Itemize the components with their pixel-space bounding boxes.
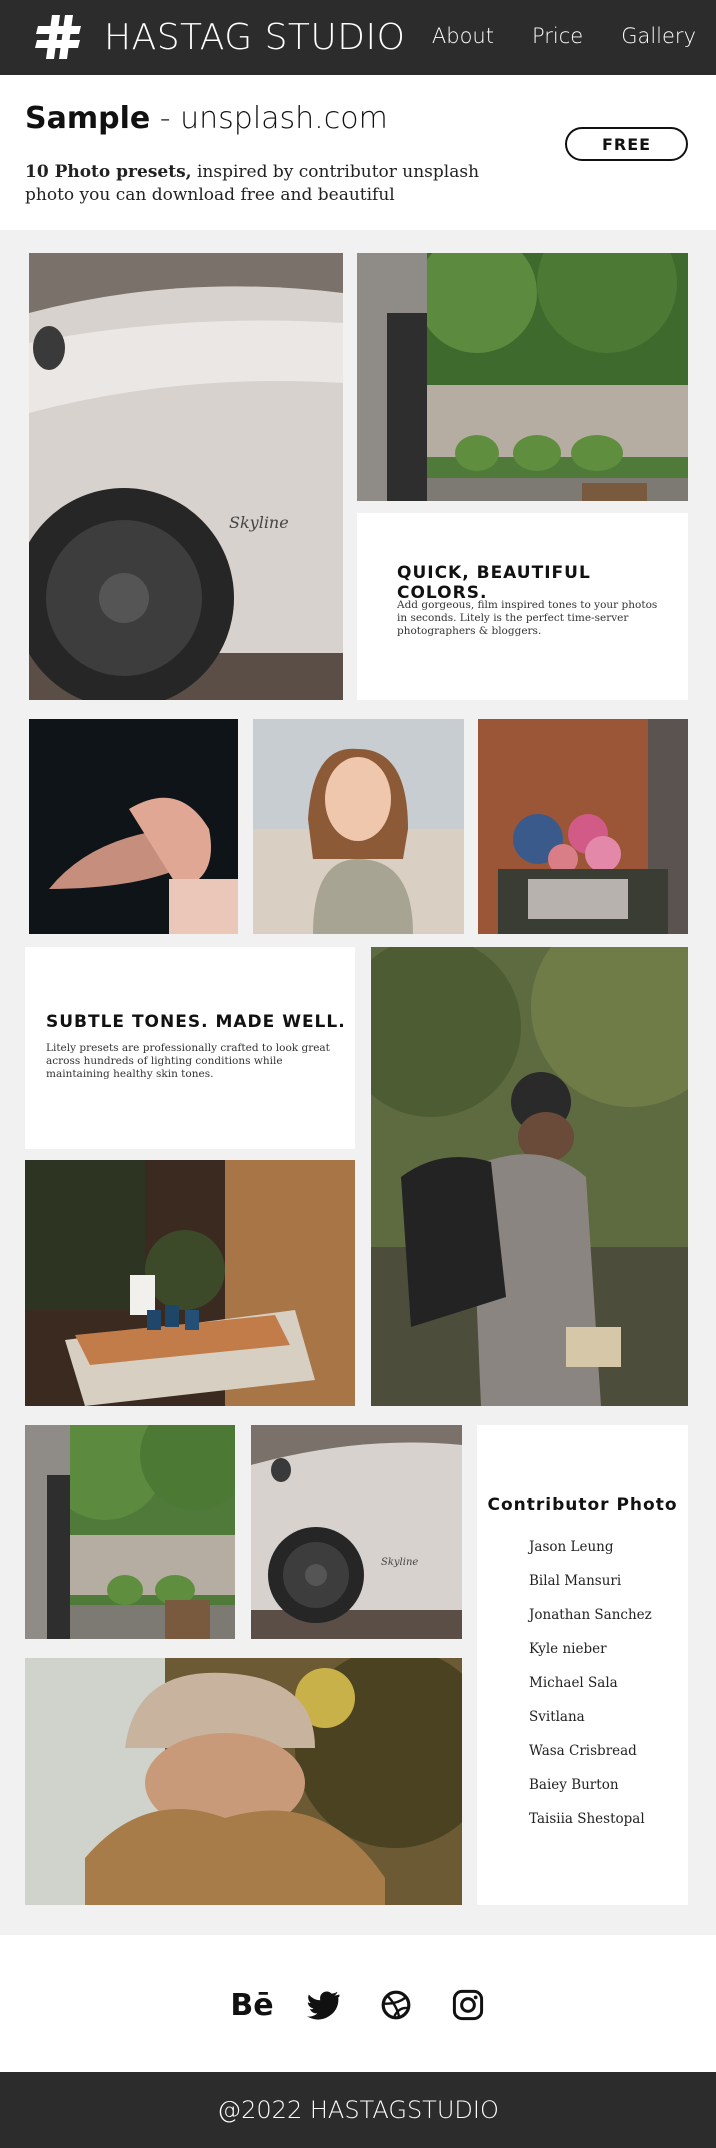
dribbble-ball-icon xyxy=(381,1990,411,2020)
contributor-item: Jonathan Sanchez xyxy=(529,1607,652,1623)
title-source: - unsplash.com xyxy=(150,101,388,136)
intro-description: 10 Photo presets, inspired by contributo… xyxy=(25,161,495,207)
photo-architecture-small xyxy=(25,1425,235,1639)
social-section: Bē xyxy=(0,1935,716,2072)
contributor-item: Jason Leung xyxy=(529,1539,614,1555)
photo-architecture xyxy=(357,253,688,501)
nav-gallery[interactable]: Gallery xyxy=(621,24,696,48)
nav-price[interactable]: Price xyxy=(532,24,583,48)
twitter-bird-icon xyxy=(306,1991,340,2020)
contributor-panel: Contributor Photo Jason Leung Bilal Mans… xyxy=(477,1425,688,1905)
title-bold: Sample xyxy=(25,101,151,136)
contributor-item: Bilal Mansuri xyxy=(529,1573,622,1589)
photo-hiker xyxy=(371,947,688,1406)
photo-table xyxy=(25,1160,355,1406)
card-subtle-title: SUBTLE TONES. MADE WELL. xyxy=(46,1012,346,1032)
contributor-item: Taisiia Shestopal xyxy=(529,1811,645,1827)
desc-bold: 10 Photo presets, xyxy=(25,162,192,182)
svg-text:Skyline: Skyline xyxy=(381,1557,418,1568)
instagram-icon[interactable] xyxy=(446,1983,490,2027)
card-quick-title: QUICK, BEAUTIFUL COLORS. xyxy=(397,563,591,603)
contributor-item: Michael Sala xyxy=(529,1675,618,1691)
hashtag-logo-icon xyxy=(35,15,81,59)
social-icons: Bē xyxy=(230,1983,490,2027)
card-quick-colors: QUICK, BEAUTIFUL COLORS. Add gorgeous, f… xyxy=(357,513,688,700)
card-subtle-tones: SUBTLE TONES. MADE WELL. Litely presets … xyxy=(25,947,355,1149)
behance-icon[interactable]: Bē xyxy=(230,1983,274,2027)
card-quick-text: Add gorgeous, film inspired tones to you… xyxy=(397,599,658,637)
contributor-title: Contributor Photo xyxy=(487,1495,678,1515)
contributor-item: Wasa Crisbread xyxy=(529,1743,637,1759)
logo[interactable]: HASTAG STUDIO xyxy=(34,12,405,62)
svg-text:Skyline: Skyline xyxy=(229,513,289,532)
photo-car-large: Skyline xyxy=(29,253,343,700)
footer-copyright: @2022 HASTAGSTUDIO xyxy=(217,2096,499,2124)
free-button[interactable]: FREE xyxy=(565,127,688,161)
intro-section: Sample - unsplash.com 10 Photo presets, … xyxy=(0,75,716,230)
card-subtle-text: Litely presets are professionally crafte… xyxy=(46,1042,330,1080)
photo-woman-beanie xyxy=(25,1658,462,1905)
dribbble-icon[interactable] xyxy=(374,1983,418,2027)
contributor-item: Svitlana xyxy=(529,1709,585,1725)
main-nav: About Price Gallery xyxy=(432,24,696,48)
contributor-item: Baiey Burton xyxy=(529,1777,619,1793)
photo-hands xyxy=(29,719,238,934)
nav-about[interactable]: About xyxy=(432,24,494,48)
top-navbar: HASTAG STUDIO About Price Gallery xyxy=(0,0,716,75)
photo-car-small: Skyline xyxy=(251,1425,462,1639)
photo-portrait-woman xyxy=(253,719,464,934)
twitter-icon[interactable] xyxy=(302,1983,346,2027)
page-title: Sample - unsplash.com xyxy=(25,101,388,136)
photo-flowers xyxy=(478,719,688,934)
contributor-item: Kyle nieber xyxy=(529,1641,607,1657)
logo-text: HASTAG STUDIO xyxy=(104,16,406,58)
contributor-list: Jason Leung Bilal Mansuri Jonathan Sanch… xyxy=(529,1537,652,1843)
instagram-camera-icon xyxy=(452,1989,484,2021)
footer: @2022 HASTAGSTUDIO xyxy=(0,2072,716,2148)
